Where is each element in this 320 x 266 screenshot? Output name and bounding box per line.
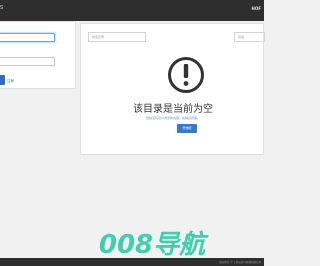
username-input[interactable] (0, 33, 55, 42)
watermark-text: 008导航 (99, 230, 209, 258)
brand-logo[interactable]: S (0, 5, 3, 11)
search-input[interactable]: 搜索目录 (88, 32, 146, 42)
password-input[interactable] (0, 57, 55, 66)
main-panel: 搜索目录 筛选 该目录是当前为空 当前没有可以浏览的内容，请稍后查看。 开始吧 (80, 23, 265, 155)
primary-action-button[interactable]: 开始吧 (177, 124, 197, 133)
empty-state-title: 该目录是当前为空 (133, 104, 213, 115)
register-link[interactable]: 注册 (7, 79, 14, 84)
empty-state-description: 当前没有可以浏览的内容，请稍后查看。 (145, 116, 200, 120)
login-panel: 注册 (0, 21, 76, 89)
filter-input[interactable]: 筛选 (234, 32, 265, 42)
top-bar: S HOF (0, 0, 264, 21)
exclamation-circle-icon (168, 57, 204, 93)
nav-link[interactable]: HOF (252, 6, 261, 11)
watermark-logo: 008导航 (99, 230, 209, 258)
footer: 版权所有 © 工程运营与管理有限公司 (0, 258, 264, 266)
footer-text: 版权所有 © 工程运营与管理有限公司 (219, 261, 261, 264)
login-button[interactable] (0, 75, 5, 85)
